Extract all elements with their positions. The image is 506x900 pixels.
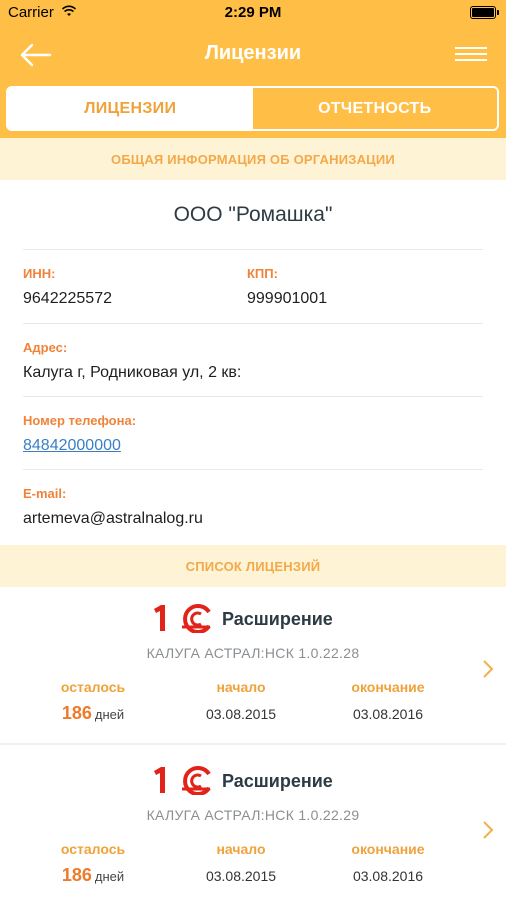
clock: 2:29 PM (224, 4, 282, 21)
license-card[interactable]: Расширение КАЛУГА АСТРАЛ:НСК 1.0.22.28 о… (0, 589, 506, 745)
kpp-value: 999901001 (247, 290, 328, 307)
top-bar: Carrier 2:29 PM Лицензии ЛИЦЕНЗИИ ОТЧЕТН… (0, 0, 506, 138)
email-label: E-mail: (23, 486, 67, 501)
end-date: 03.08.2016 (352, 706, 424, 722)
remaining-label: осталось (60, 841, 126, 857)
end-date: 03.08.2016 (352, 868, 424, 884)
days-remaining-number: 186 (61, 865, 92, 885)
start-label: начало (216, 841, 266, 857)
license-product: КАЛУГА АСТРАЛ:НСК 1.0.22.28 (146, 645, 360, 661)
inn-value: 9642225572 (23, 290, 112, 307)
hamburger-menu-icon[interactable] (454, 44, 488, 64)
license-product: КАЛУГА АСТРАЛ:НСК 1.0.22.29 (146, 807, 360, 823)
days-remaining: 186 дней (28, 865, 158, 886)
status-bar: Carrier 2:29 PM (0, 0, 506, 26)
phone-label: Номер телефона: (23, 413, 137, 428)
start-date: 03.08.2015 (205, 868, 277, 884)
divider (23, 323, 483, 324)
days-unit: дней (94, 707, 125, 722)
organization-name: ООО "Ромашка" (173, 203, 333, 226)
license-title: Расширение (222, 609, 333, 629)
email-value: artemeva@astralnalog.ru (23, 510, 203, 527)
remaining-label: осталось (60, 679, 126, 695)
days-unit: дней (94, 869, 125, 884)
address-label: Адрес: (23, 340, 68, 355)
chevron-right-icon (483, 660, 494, 678)
divider (23, 469, 483, 470)
days-remaining: 186 дней (28, 703, 158, 724)
end-label: окончание (351, 679, 425, 695)
org-section-header: ОБЩАЯ ИНФОРМАЦИЯ ОБ ОРГАНИЗАЦИИ (0, 138, 506, 180)
battery-icon (470, 6, 499, 19)
inn-label: ИНН: (23, 266, 56, 281)
1c-logo-icon (154, 766, 211, 795)
license-card[interactable]: Расширение КАЛУГА АСТРАЛ:НСК 1.0.22.29 о… (0, 750, 506, 900)
1c-logo-icon (154, 604, 211, 633)
page-title: Лицензии (204, 42, 302, 64)
divider (23, 396, 483, 397)
address-value: Калуга г, Родниковая ул, 2 кв: (23, 364, 242, 381)
chevron-right-icon (483, 821, 494, 839)
license-title: Расширение (222, 771, 333, 791)
divider (23, 249, 483, 250)
segmented-tabs: ЛИЦЕНЗИИ ОТЧЕТНОСТЬ (6, 86, 499, 131)
tab-reporting[interactable]: ОТЧЕТНОСТЬ (252, 88, 497, 129)
licenses-section-header: СПИСОК ЛИЦЕНЗИЙ (0, 545, 506, 587)
start-date: 03.08.2015 (205, 706, 277, 722)
days-remaining-number: 186 (61, 703, 92, 723)
start-label: начало (216, 679, 266, 695)
phone-link[interactable]: 84842000000 (23, 437, 121, 455)
kpp-label: КПП: (247, 266, 278, 281)
tab-licenses[interactable]: ЛИЦЕНЗИИ (8, 88, 253, 129)
end-label: окончание (351, 841, 425, 857)
